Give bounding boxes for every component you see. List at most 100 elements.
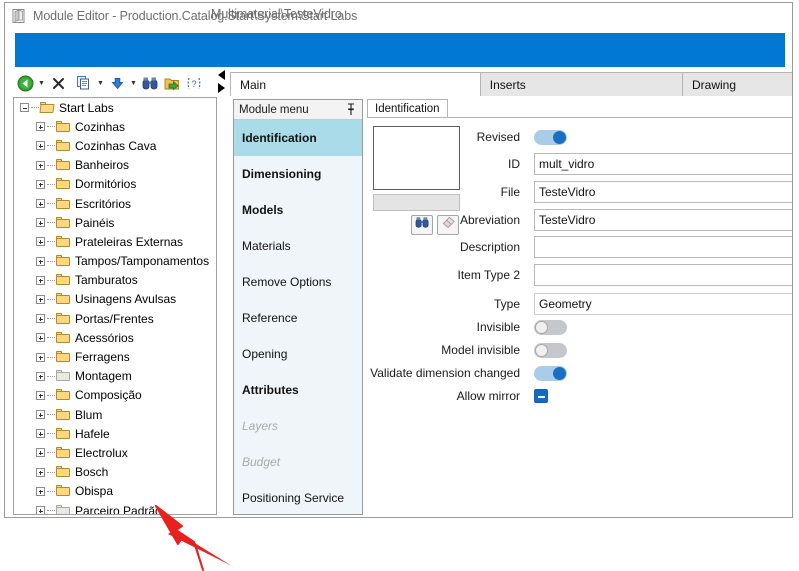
insert-dropdown-caret[interactable]: ▼ <box>129 73 138 93</box>
tree-item-escrit-rios[interactable]: Escritórios <box>14 194 216 213</box>
expand-icon[interactable] <box>36 390 45 400</box>
expand-icon[interactable] <box>36 294 45 304</box>
copy-dropdown-caret[interactable]: ▼ <box>96 73 105 93</box>
expand-icon[interactable] <box>36 333 45 343</box>
tree-item-electrolux[interactable]: Electrolux <box>14 443 216 462</box>
tree-item-acess-rios[interactable]: Acessórios <box>14 328 216 347</box>
tree-item-composi-o[interactable]: Composição <box>14 386 216 405</box>
tab-drawing[interactable]: Drawing <box>682 72 792 96</box>
toggle-revised[interactable] <box>534 129 567 145</box>
tab-identification[interactable]: Identification <box>367 99 448 118</box>
folder-icon <box>56 427 71 440</box>
checkbox-allow-mirror[interactable] <box>534 389 548 403</box>
tree-item-tamburatos[interactable]: Tamburatos <box>14 271 216 290</box>
field-label-revised: Revised <box>476 130 520 144</box>
tree-item-obispa[interactable]: Obispa <box>14 482 216 501</box>
expand-icon[interactable] <box>36 506 45 514</box>
module-menu-item-materials[interactable]: Materials <box>234 228 362 264</box>
tree-item-hafele[interactable]: Hafele <box>14 424 216 443</box>
expand-icon[interactable] <box>36 352 45 362</box>
tree-connector <box>47 510 55 512</box>
panel-splitter[interactable] <box>217 69 229 99</box>
insert-button[interactable] <box>107 73 127 93</box>
module-menu-item-dimensioning[interactable]: Dimensioning <box>234 156 362 192</box>
module-menu-item-remove-options[interactable]: Remove Options <box>234 264 362 300</box>
expand-icon[interactable] <box>36 122 45 132</box>
tree-connector <box>47 433 55 435</box>
back-button[interactable] <box>15 73 35 93</box>
expand-icon[interactable] <box>36 218 45 228</box>
tree-item-bosch[interactable]: Bosch <box>14 463 216 482</box>
expand-icon[interactable] <box>36 467 45 477</box>
tree-item-blum[interactable]: Blum <box>14 405 216 424</box>
input-file[interactable]: TesteVidro <box>534 181 792 203</box>
collapse-left-icon[interactable] <box>218 70 225 80</box>
module-menu-panel: Module menu Identification Dimensioning Mo… <box>233 99 363 515</box>
toggle-model-invisible[interactable] <box>534 342 567 358</box>
tree-item-cozinhas[interactable]: Cozinhas <box>14 117 216 136</box>
tree-item-banheiros[interactable]: Banheiros <box>14 156 216 175</box>
tree-item-montagem[interactable]: Montagem <box>14 367 216 386</box>
form-row-item-type-2: Item Type 2 <box>367 264 792 286</box>
field-label-type: Type <box>493 297 520 311</box>
folder-gray-icon <box>56 504 71 514</box>
module-menu-item-models[interactable]: Models <box>234 192 362 228</box>
tree-connector <box>47 222 55 224</box>
back-dropdown-caret[interactable]: ▼ <box>37 73 46 93</box>
toggle-validate-dimension-changed[interactable] <box>534 365 567 381</box>
expand-icon[interactable] <box>36 141 45 151</box>
input-item-type-2[interactable] <box>534 264 792 286</box>
tree-item-usinagens-avulsas[interactable]: Usinagens Avulsas <box>14 290 216 309</box>
folder-icon <box>56 139 71 152</box>
tree-item-start-labs[interactable]: Start Labs <box>14 98 216 117</box>
export-button[interactable] <box>162 73 182 93</box>
input-type: Geometry <box>534 293 792 315</box>
input-id[interactable]: mult_vidro <box>534 153 792 175</box>
expand-icon[interactable] <box>36 199 45 209</box>
expand-icon[interactable] <box>36 448 45 458</box>
module-menu-item-opening[interactable]: Opening <box>234 336 362 372</box>
expand-icon[interactable] <box>36 429 45 439</box>
toggle-invisible[interactable] <box>534 319 567 335</box>
header-banner <box>15 33 785 67</box>
tree-connector <box>47 414 55 416</box>
module-menu-item-attributes[interactable]: Attributes <box>234 372 362 408</box>
collapse-icon[interactable] <box>20 103 29 113</box>
module-menu-item-reference[interactable]: Reference <box>234 300 362 336</box>
tree-item-label: Composição <box>75 388 142 403</box>
input-description[interactable] <box>534 236 792 258</box>
tree-item-cozinhas-cava[interactable]: Cozinhas Cava <box>14 136 216 155</box>
tree-connector <box>47 452 55 454</box>
catalog-tree[interactable]: Start Labs Cozinhas Cozinhas Cava Banheiros… <box>13 97 217 515</box>
expand-icon[interactable] <box>36 275 45 285</box>
expand-icon[interactable] <box>36 179 45 189</box>
tree-item-dormit-rios[interactable]: Dormitórios <box>14 175 216 194</box>
tree-item-prateleiras-externas[interactable]: Prateleiras Externas <box>14 232 216 251</box>
tree-item-tampos-tamponamentos[interactable]: Tampos/Tamponamentos <box>14 252 216 271</box>
expand-icon[interactable] <box>36 410 45 420</box>
expand-icon[interactable] <box>36 486 45 496</box>
delete-button[interactable] <box>48 73 68 93</box>
tree-item-parceiro-padr-o[interactable]: Parceiro Padrão <box>14 501 216 514</box>
tree-item-label: Blum <box>75 407 103 422</box>
help-button[interactable]: ? <box>184 73 204 93</box>
expand-icon[interactable] <box>36 237 45 247</box>
tree-item-portas-frentes[interactable]: Portas/Frentes <box>14 309 216 328</box>
expand-icon[interactable] <box>36 256 45 266</box>
expand-icon[interactable] <box>36 371 45 381</box>
find-button[interactable] <box>140 73 160 93</box>
module-menu-item-identification[interactable]: Identification <box>234 120 362 156</box>
module-menu-item-positioning-service[interactable]: Positioning Service <box>234 480 362 514</box>
tree-connector <box>47 260 55 262</box>
tab-inserts[interactable]: Inserts <box>479 72 683 96</box>
input-abreviation[interactable]: TesteVidro <box>534 209 792 231</box>
tab-main-label: Main <box>240 77 267 92</box>
tree-item-pain-is[interactable]: Painéis <box>14 213 216 232</box>
expand-right-icon[interactable] <box>218 83 225 93</box>
tree-item-ferragens[interactable]: Ferragens <box>14 347 216 366</box>
pin-icon[interactable] <box>346 103 356 116</box>
expand-icon[interactable] <box>36 160 45 170</box>
copy-button[interactable] <box>74 73 94 93</box>
expand-icon[interactable] <box>36 314 45 324</box>
tab-main[interactable]: Main <box>230 72 481 96</box>
